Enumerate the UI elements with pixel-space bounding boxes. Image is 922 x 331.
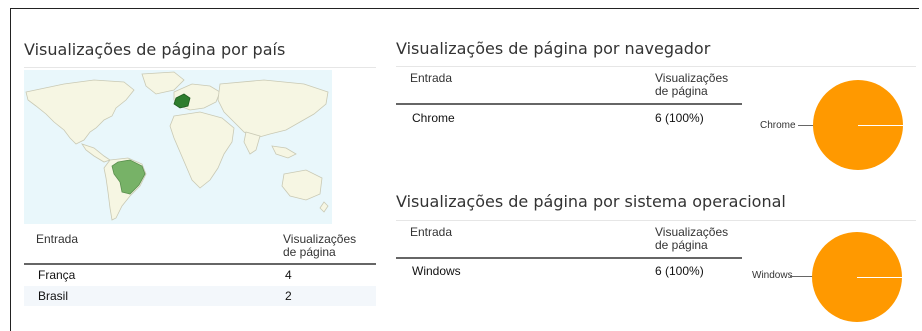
country-row-1-views: 4 — [285, 268, 292, 282]
os-header-views-line2: de página — [655, 238, 708, 252]
os-header-divider — [396, 257, 742, 259]
browser-pie-radius-line — [858, 125, 903, 126]
browser-header-views-line2: de página — [655, 84, 708, 98]
browser-header-divider — [396, 103, 742, 105]
se-asia-shape — [271, 145, 297, 159]
country-header-divider — [24, 263, 376, 265]
os-row-1-entry: Windows — [412, 264, 461, 278]
browser-pie-label: Chrome — [760, 120, 796, 131]
world-map — [24, 70, 332, 224]
country-title-divider — [24, 67, 376, 68]
country-row-1-entry: França — [38, 268, 76, 282]
os-section-title: Visualizações de página por sistema oper… — [396, 192, 786, 211]
browser-row-1-entry: Chrome — [412, 111, 455, 125]
country-header-views-line2: de página — [283, 245, 336, 259]
os-header-entry: Entrada — [410, 225, 453, 239]
country-row-2-views: 2 — [285, 289, 292, 303]
country-header-entry: Entrada — [36, 232, 79, 246]
os-title-divider — [396, 220, 916, 221]
country-row-2-entry: Brasil — [38, 289, 69, 303]
country-row-2-background — [24, 286, 376, 306]
browser-header-entry: Entrada — [410, 71, 453, 85]
country-section-title: Visualizações de página por país — [24, 40, 286, 59]
browser-section-title: Visualizações de página por navegador — [396, 39, 711, 58]
browser-row-1-views: 6 (100%) — [655, 111, 704, 125]
new-zealand-shape — [319, 201, 329, 213]
north-america-shape — [25, 79, 135, 145]
india-shape — [243, 131, 261, 155]
os-row-1-views: 6 (100%) — [655, 264, 704, 278]
world-map-svg — [25, 71, 329, 221]
browser-title-divider — [396, 66, 916, 67]
asia-shape — [217, 79, 329, 139]
os-pie-radius-line — [857, 277, 902, 278]
africa-shape — [169, 111, 235, 189]
australia-shape — [281, 169, 323, 201]
os-pie-label: Windows — [752, 270, 793, 281]
central-america-shape — [81, 143, 111, 163]
